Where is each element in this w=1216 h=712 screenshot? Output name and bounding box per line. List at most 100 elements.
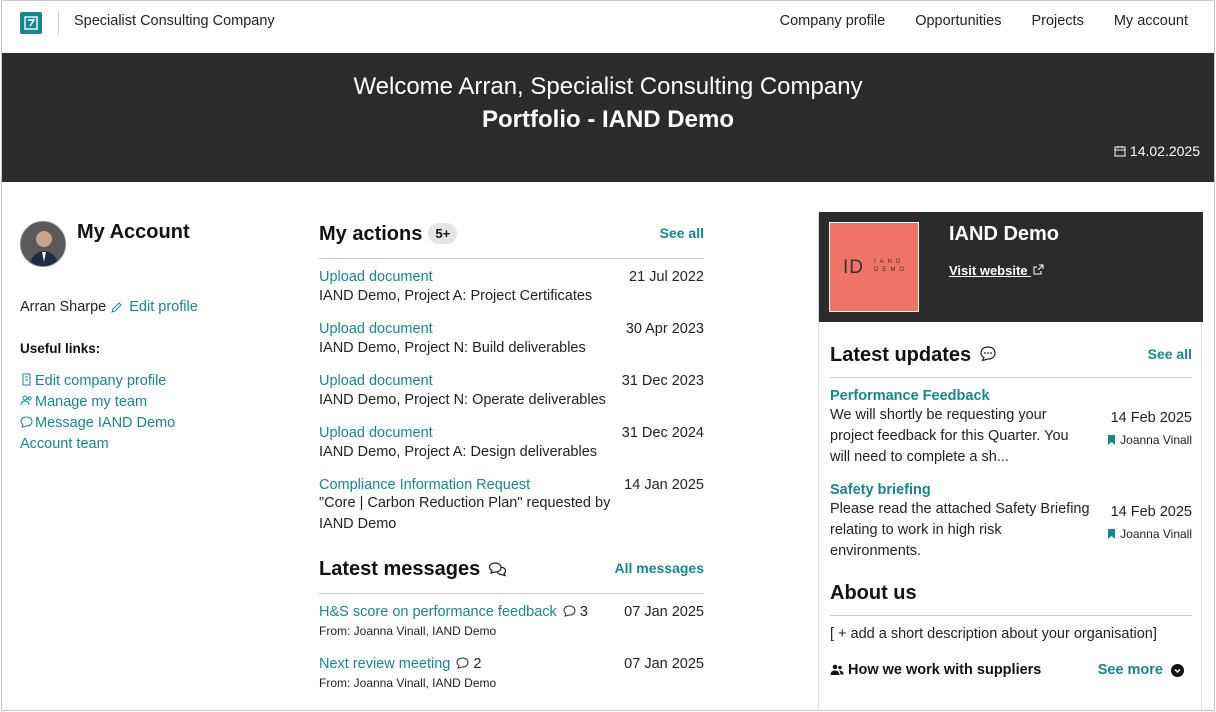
comment-count: 3 xyxy=(579,604,588,620)
update-body: Please read the attached Safety Briefing… xyxy=(830,501,1090,559)
my-account-title: My Account xyxy=(77,221,190,243)
update-date: 14 Feb 2025 xyxy=(1110,504,1192,520)
action-subtitle: IAND Demo, Project A: Design deliverable… xyxy=(319,444,598,460)
messages-title-text: Latest messages xyxy=(319,558,481,580)
page-frame: Specialist Consulting Company Company pr… xyxy=(1,0,1215,711)
update-author: Joanna Vinall xyxy=(1107,433,1192,447)
people-icon xyxy=(830,664,844,675)
update-title-link[interactable]: Safety briefing xyxy=(830,482,1192,498)
building-icon xyxy=(22,373,31,386)
portfolio-title: Portfolio - IAND Demo xyxy=(482,106,734,133)
update-author: Joanna Vinall xyxy=(1107,527,1192,541)
update-author-name: Joanna Vinall xyxy=(1120,527,1192,541)
client-body: Latest updates See all Performance Feedb… xyxy=(830,342,1192,686)
message-account-team-link[interactable]: Message IAND Demo Account team xyxy=(20,413,220,455)
updates-header: Latest updates See all xyxy=(830,342,1192,378)
actions-header: My actions 5+ See all xyxy=(319,219,704,259)
bookmark-icon xyxy=(1108,529,1116,539)
action-date: 31 Dec 2024 xyxy=(621,425,704,441)
action-date: 21 Jul 2022 xyxy=(629,269,704,285)
action-date: 31 Dec 2023 xyxy=(621,373,704,389)
update-item: Safety briefing Please read the attached… xyxy=(830,482,1192,566)
user-row: Arran Sharpe Edit profile xyxy=(20,299,198,315)
nav-projects[interactable]: Projects xyxy=(1031,13,1083,29)
messages-header: Latest messages All messages xyxy=(319,554,704,594)
welcome-text: Welcome Arran, Specialist Consulting Com… xyxy=(353,73,863,100)
message-title-text: Next review meeting xyxy=(319,656,451,672)
client-header: ID IAND DEMO IAND Demo Visit website xyxy=(819,212,1203,322)
company-name: Specialist Consulting Company xyxy=(74,13,275,29)
edit-company-profile-label: Edit company profile xyxy=(35,373,167,389)
about-header: About us xyxy=(830,580,1192,616)
update-title-link[interactable]: Performance Feedback xyxy=(830,388,1192,404)
updates-title: Latest updates xyxy=(830,344,997,367)
app-logo-icon[interactable] xyxy=(20,12,42,34)
chevron-down-icon xyxy=(1171,663,1184,677)
action-date: 14 Jan 2025 xyxy=(624,477,704,493)
chat-bubble-icon xyxy=(980,346,996,362)
client-logo-line-1: IAND xyxy=(874,259,905,265)
client-name: IAND Demo xyxy=(949,223,1060,245)
how-we-work-row: How we work with suppliers See more xyxy=(830,662,1192,686)
about-placeholder[interactable]: [ + add a short description about your o… xyxy=(830,626,1192,642)
message-account-team-label: Message IAND Demo Account team xyxy=(20,415,176,452)
banner-date: 14.02.2025 xyxy=(1114,143,1200,159)
visit-website-link[interactable]: Visit website xyxy=(949,263,1044,278)
action-subtitle: IAND Demo, Project N: Operate deliverabl… xyxy=(319,392,606,408)
calendar-icon xyxy=(1114,146,1126,157)
comment-icon xyxy=(563,605,576,617)
message-from: From: Joanna Vinall, IAND Demo xyxy=(319,624,497,638)
welcome-banner: Welcome Arran, Specialist Consulting Com… xyxy=(2,53,1214,182)
bookmark-icon xyxy=(1108,435,1116,445)
pencil-icon xyxy=(111,301,122,313)
action-item: Upload document 21 Jul 2022 IAND Demo, P… xyxy=(319,269,704,311)
user-name: Arran Sharpe xyxy=(20,299,107,315)
updates-see-all-link[interactable]: See all xyxy=(1148,346,1192,362)
date-value: 14.02.2025 xyxy=(1129,143,1200,159)
useful-links-label: Useful links: xyxy=(20,341,101,356)
main-nav: Company profile Opportunities Projects M… xyxy=(780,13,1188,29)
nav-opportunities[interactable]: Opportunities xyxy=(915,13,1001,29)
how-we-work-label: How we work with suppliers xyxy=(830,662,1041,678)
message-item: Next review meeting 2 07 Jan 2025 From: … xyxy=(319,656,704,698)
avatar xyxy=(20,221,66,267)
useful-links-list: Edit company profile Manage my team Mess… xyxy=(20,371,220,455)
all-messages-link[interactable]: All messages xyxy=(615,560,705,576)
how-we-work-text: How we work with suppliers xyxy=(848,662,1042,678)
top-navbar: Specialist Consulting Company Company pr… xyxy=(2,1,1214,53)
edit-profile-link[interactable]: Edit profile xyxy=(129,299,198,315)
client-panel: ID IAND DEMO IAND Demo Visit website Late… xyxy=(818,212,1203,710)
client-logo-wordmark: IAND DEMO xyxy=(874,258,908,274)
update-body: We will shortly be requesting your proje… xyxy=(830,407,1069,465)
action-item: Compliance Information Request 14 Jan 20… xyxy=(319,477,704,540)
message-date: 07 Jan 2025 xyxy=(624,604,704,620)
actions-title-text: My actions xyxy=(319,223,423,245)
message-from: From: Joanna Vinall, IAND Demo xyxy=(319,676,497,690)
about-title: About us xyxy=(830,582,917,604)
see-more-toggle[interactable]: See more xyxy=(1098,662,1184,678)
actions-title: My actions 5+ xyxy=(319,223,458,246)
chat-bubbles-icon xyxy=(488,562,506,577)
team-icon xyxy=(20,395,32,406)
update-item: Performance Feedback We will shortly be … xyxy=(830,388,1192,472)
client-logo: ID IAND DEMO xyxy=(829,222,919,312)
action-subtitle: IAND Demo, Project N: Build deliverables xyxy=(319,340,586,356)
action-item: Upload document 31 Dec 2024 IAND Demo, P… xyxy=(319,425,704,467)
actions-see-all-link[interactable]: See all xyxy=(660,225,704,241)
external-link-icon xyxy=(1033,264,1044,275)
action-item: Upload document 30 Apr 2023 IAND Demo, P… xyxy=(319,321,704,363)
comment-count: 2 xyxy=(473,656,482,672)
manage-team-link[interactable]: Manage my team xyxy=(20,392,220,413)
action-date: 30 Apr 2023 xyxy=(625,321,704,337)
manage-team-label: Manage my team xyxy=(35,394,148,410)
middle-column: My actions 5+ See all Upload document 21 … xyxy=(319,219,704,698)
visit-website-label: Visit website xyxy=(949,263,1028,278)
updates-title-text: Latest updates xyxy=(830,344,972,366)
update-date: 14 Feb 2025 xyxy=(1110,410,1192,426)
nav-company-profile[interactable]: Company profile xyxy=(780,13,886,29)
client-logo-initials: ID xyxy=(843,257,864,278)
comment-icon xyxy=(456,657,469,669)
edit-company-profile-link[interactable]: Edit company profile xyxy=(20,371,220,392)
action-subtitle: IAND Demo, Project A: Project Certificat… xyxy=(319,288,593,304)
nav-my-account[interactable]: My account xyxy=(1114,13,1188,29)
